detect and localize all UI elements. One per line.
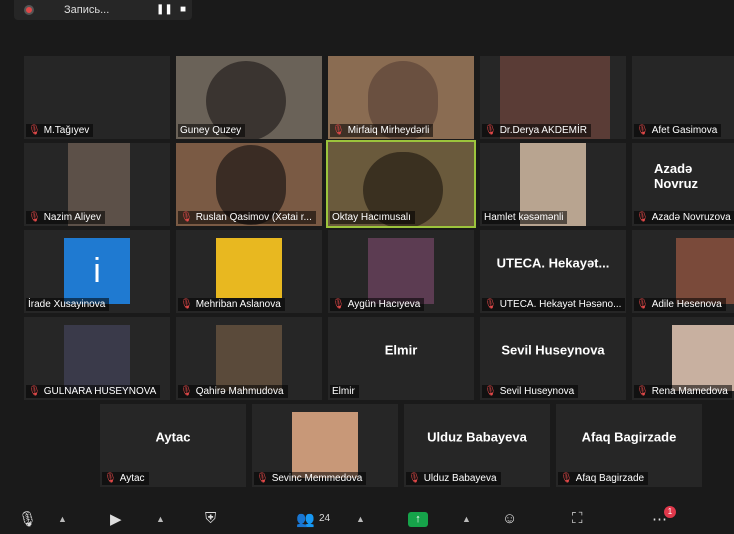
mic-off-icon: 🎙	[28, 125, 41, 136]
reactions-button[interactable]: ☺	[502, 510, 517, 527]
mic-off-icon: 🎙	[256, 473, 269, 484]
avatar	[64, 325, 130, 391]
avatar	[292, 412, 358, 478]
participant-tile[interactable]: 🎙 Sevinc Memmedova	[252, 404, 398, 487]
participant-name: Afaq Bagirzade	[575, 473, 645, 484]
avatar	[216, 238, 282, 298]
mic-off-icon: 🎙	[332, 299, 345, 310]
avatar	[676, 238, 734, 304]
participant-tile[interactable]: 🎙 Aygün Hacıyeva	[328, 230, 474, 313]
participant-tile[interactable]: Elmir Elmir	[328, 317, 474, 400]
participant-center-name: Afaq Bagirzade	[581, 429, 677, 445]
share-screen-button[interactable]: ↑	[408, 512, 428, 527]
participant-name: Ruslan Qasimov (Xətai r...	[195, 212, 312, 223]
participant-name: Dr.Derya AKDEMİR	[499, 125, 587, 136]
participant-name: Elmir	[332, 386, 355, 397]
participant-tile[interactable]: 🎙 M.Tağıyev	[24, 56, 170, 139]
participant-name: Aytac	[119, 473, 145, 484]
participant-tile[interactable]: 🎙 Rena Mamedova	[632, 317, 734, 400]
participant-name: Oktay Hacımusalı	[332, 212, 411, 223]
mic-off-icon: 🎙	[636, 386, 649, 397]
participant-name: Sevinc Memmedova	[271, 473, 363, 484]
participant-tile[interactable]: Azadə Novruz 🎙 Azadə Novruzova	[632, 143, 734, 226]
participant-center-name: Aytac	[155, 429, 191, 445]
participant-center-name: Azadə Novruz	[654, 161, 699, 192]
security-button[interactable]: ⛨	[205, 510, 216, 527]
participant-tile[interactable]: 🎙 Mirfaiq Mirheydərli	[328, 56, 474, 139]
participant-tile[interactable]: 🎙 GULNARA HUSEYNOVA	[24, 317, 170, 400]
participant-name: Hamlet kəsəmənli	[484, 212, 564, 223]
participant-tile[interactable]: Guney Quzey	[176, 56, 322, 139]
mic-off-icon: 🎙	[636, 299, 649, 310]
participants-count: 24	[319, 513, 331, 524]
participant-name: Rena Mamedova	[651, 386, 728, 397]
participant-tile[interactable]: i İrade Xusayinova	[24, 230, 170, 313]
apps-button[interactable]: ⛶	[572, 510, 583, 527]
mic-off-icon: 🎙	[180, 212, 193, 223]
gallery-grid: 🎙 M.Tağıyev Guney Quzey 🎙 Mirfaiq Mirheydə…	[0, 0, 734, 500]
participant-name: Afet Gasimova	[651, 125, 718, 136]
participant-name: Adile Hesenova	[651, 299, 722, 310]
video-options-caret[interactable]: ▲	[156, 514, 165, 524]
mic-off-icon: 🎙	[332, 125, 345, 136]
participant-tile[interactable]: 🎙 Ruslan Qasimov (Xətai r...	[176, 143, 322, 226]
participant-tile[interactable]: 🎙 Afet Gasimova	[632, 56, 734, 139]
mic-off-icon: 🎙	[180, 386, 193, 397]
active-speaker-tile[interactable]: Oktay Hacımusalı	[326, 140, 476, 228]
participant-name: Ulduz Babayeva	[423, 473, 497, 484]
mic-off-icon: 🎙	[104, 473, 117, 484]
participant-name: Sevil Huseynova	[499, 386, 575, 397]
participant-name: İrade Xusayinova	[28, 299, 106, 310]
participant-tile[interactable]: 🎙 Qahirə Mahmudova	[176, 317, 322, 400]
microphone-button[interactable]: 🎙	[18, 510, 37, 528]
participant-tile[interactable]: 🎙 Nazim Aliyev	[24, 143, 170, 226]
participant-tile[interactable]: 🎙 Adile Hesenova	[632, 230, 734, 313]
participant-center-name: UTECA. Hekayət...	[496, 255, 610, 271]
participant-tile[interactable]: UTECA. Hekayət... 🎙 UTECA. Hekayət Həsəno…	[480, 230, 626, 313]
participant-name: Mirfaiq Mirheydərli	[347, 125, 430, 136]
participant-name: Aygün Hacıyeva	[347, 299, 421, 310]
mic-off-icon: 🎙	[484, 125, 497, 136]
audio-options-caret[interactable]: ▲	[58, 514, 67, 524]
participant-center-name: Elmir	[384, 342, 418, 358]
participants-button[interactable]: 👥	[296, 510, 315, 528]
meeting-toolbar: 🎙 ▲ ▶ ▲ ⛨ 👥 24 ▲ ↑ ▲ ☺ ⛶ ⋯ 1	[0, 504, 734, 534]
participant-name: Azadə Novruzova	[651, 212, 731, 223]
participant-tile[interactable]: Ulduz Babayeva 🎙 Ulduz Babayeva	[404, 404, 550, 487]
participants-options-caret[interactable]: ▲	[356, 514, 365, 524]
mic-off-icon: 🎙	[560, 473, 573, 484]
participant-center-name: Sevil Huseynova	[501, 342, 605, 358]
avatar	[368, 238, 434, 304]
mic-off-icon: 🎙	[408, 473, 421, 484]
participant-tile[interactable]: Aytac 🎙 Aytac	[100, 404, 246, 487]
mic-off-icon: 🎙	[636, 212, 649, 223]
participant-name: UTECA. Hekayət Həsəno...	[499, 299, 622, 310]
participant-name: M.Tağıyev	[43, 125, 90, 136]
participant-name: Guney Quzey	[180, 125, 242, 136]
participant-name: Qahirə Mahmudova	[195, 386, 284, 397]
participant-name: GULNARA HUSEYNOVA	[43, 386, 157, 397]
mic-off-icon: 🎙	[28, 386, 41, 397]
notification-badge: 1	[664, 506, 676, 518]
mic-off-icon: 🎙	[28, 212, 41, 223]
participant-tile[interactable]: Sevil Huseynova 🎙 Sevil Huseynova	[480, 317, 626, 400]
participant-tile[interactable]: Hamlet kəsəmənli	[480, 143, 626, 226]
participant-name: Mehriban Aslanova	[195, 299, 281, 310]
avatar	[216, 325, 282, 391]
avatar	[672, 325, 734, 391]
share-options-caret[interactable]: ▲	[462, 514, 471, 524]
participant-tile[interactable]: Afaq Bagirzade 🎙 Afaq Bagirzade	[556, 404, 702, 487]
participant-name: Nazim Aliyev	[43, 212, 101, 223]
participant-tile[interactable]: 🎙 Mehriban Aslanova	[176, 230, 322, 313]
mic-off-icon: 🎙	[180, 299, 193, 310]
mic-off-icon: 🎙	[484, 386, 497, 397]
mic-off-icon: 🎙	[636, 125, 649, 136]
participant-center-name: Ulduz Babayeva	[427, 429, 527, 445]
participant-tile[interactable]: 🎙 Dr.Derya AKDEMİR	[480, 56, 626, 139]
video-button[interactable]: ▶	[110, 510, 122, 528]
avatar: i	[64, 238, 130, 304]
mic-off-icon: 🎙	[484, 299, 497, 310]
